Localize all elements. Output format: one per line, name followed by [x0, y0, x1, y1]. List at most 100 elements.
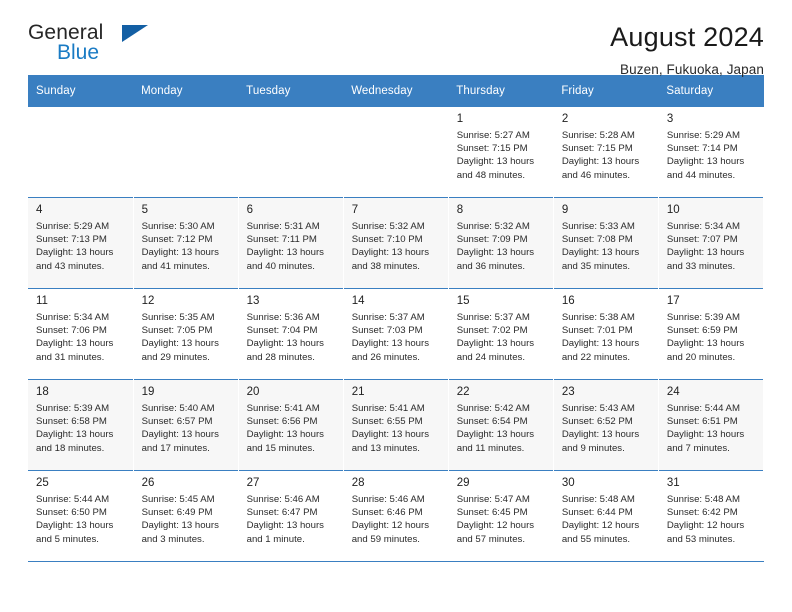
day-number: 8 — [456, 204, 464, 216]
day-sun-details: Sunrise: 5:38 AM Sunset: 7:01 PM Dayligh… — [561, 312, 640, 363]
calendar-cell-empty — [238, 107, 344, 198]
weekday-header-tuesday: Tuesday — [238, 75, 344, 107]
day-sun-details: Sunrise: 5:29 AM Sunset: 7:14 PM Dayligh… — [666, 130, 745, 181]
logo-text-blue: Blue — [57, 41, 100, 64]
calendar-day-cell[interactable]: 3 Sunrise: 5:29 AM Sunset: 7:14 PM Daylig… — [658, 107, 765, 198]
day-cell-content: 7 Sunrise: 5:32 AM Sunset: 7:10 PM Daylig… — [344, 198, 448, 288]
calendar-day-cell[interactable]: 8 Sunrise: 5:32 AM Sunset: 7:09 PM Daylig… — [448, 197, 554, 289]
day-sun-details: Sunrise: 5:29 AM Sunset: 7:13 PM Dayligh… — [36, 221, 114, 272]
calendar-day-cell[interactable]: 14 Sunrise: 5:37 AM Sunset: 7:03 PM Dayli… — [343, 288, 449, 380]
calendar-day-cell[interactable]: 24 Sunrise: 5:44 AM Sunset: 6:51 PM Dayli… — [658, 379, 765, 471]
calendar-day-cell[interactable]: 21 Sunrise: 5:41 AM Sunset: 6:55 PM Dayli… — [343, 379, 449, 471]
calendar-day-cell[interactable]: 13 Sunrise: 5:36 AM Sunset: 7:04 PM Dayli… — [238, 288, 344, 380]
calendar-day-cell[interactable]: 1 Sunrise: 5:27 AM Sunset: 7:15 PM Daylig… — [448, 107, 554, 198]
day-number: 23 — [561, 386, 575, 398]
day-number: 13 — [246, 295, 260, 307]
calendar-page: General Blue August 2024 Buzen, Fukuoka,… — [0, 0, 792, 612]
calendar-day-cell[interactable]: 4 Sunrise: 5:29 AM Sunset: 7:13 PM Daylig… — [28, 197, 134, 289]
calendar-day-cell[interactable]: 5 Sunrise: 5:30 AM Sunset: 7:12 PM Daylig… — [133, 197, 239, 289]
calendar-day-cell[interactable]: 9 Sunrise: 5:33 AM Sunset: 7:08 PM Daylig… — [553, 197, 659, 289]
calendar-day-cell[interactable]: 19 Sunrise: 5:40 AM Sunset: 6:57 PM Dayli… — [133, 379, 239, 471]
weekday-header-thursday: Thursday — [448, 75, 554, 107]
calendar-day-cell[interactable]: 22 Sunrise: 5:42 AM Sunset: 6:54 PM Dayli… — [448, 379, 554, 471]
day-sun-details: Sunrise: 5:43 AM Sunset: 6:52 PM Dayligh… — [561, 403, 640, 454]
day-cell-content: 9 Sunrise: 5:33 AM Sunset: 7:08 PM Daylig… — [554, 198, 658, 288]
calendar-day-cell[interactable]: 30 Sunrise: 5:48 AM Sunset: 6:44 PM Dayli… — [553, 470, 659, 561]
calendar-day-cell[interactable]: 26 Sunrise: 5:45 AM Sunset: 6:49 PM Dayli… — [133, 470, 239, 561]
calendar-cell-empty — [133, 107, 239, 198]
weekday-header-wednesday: Wednesday — [343, 75, 449, 107]
day-sun-details: Sunrise: 5:41 AM Sunset: 6:56 PM Dayligh… — [246, 403, 324, 454]
day-sun-details: Sunrise: 5:39 AM Sunset: 6:59 PM Dayligh… — [666, 312, 745, 363]
day-cell-content: 2 Sunrise: 5:28 AM Sunset: 7:15 PM Daylig… — [554, 107, 658, 197]
day-number: 25 — [36, 477, 49, 489]
day-number: 31 — [666, 477, 680, 489]
day-number: 4 — [36, 204, 43, 216]
calendar-day-cell[interactable]: 27 Sunrise: 5:46 AM Sunset: 6:47 PM Dayli… — [238, 470, 344, 561]
calendar-day-cell[interactable]: 20 Sunrise: 5:41 AM Sunset: 6:56 PM Dayli… — [238, 379, 344, 471]
day-number: 7 — [351, 204, 359, 216]
generalblue-logo[interactable]: General Blue — [28, 21, 148, 70]
day-sun-details: Sunrise: 5:27 AM Sunset: 7:15 PM Dayligh… — [456, 130, 535, 181]
day-sun-details: Sunrise: 5:31 AM Sunset: 7:11 PM Dayligh… — [246, 221, 324, 272]
calendar-day-cell[interactable]: 6 Sunrise: 5:31 AM Sunset: 7:11 PM Daylig… — [238, 197, 344, 289]
day-sun-details: Sunrise: 5:37 AM Sunset: 7:02 PM Dayligh… — [456, 312, 535, 363]
calendar-day-cell[interactable]: 23 Sunrise: 5:43 AM Sunset: 6:52 PM Dayli… — [553, 379, 659, 471]
day-cell-content: 11 Sunrise: 5:34 AM Sunset: 7:06 PM Dayli… — [28, 289, 133, 379]
calendar-day-cell[interactable]: 18 Sunrise: 5:39 AM Sunset: 6:58 PM Dayli… — [28, 379, 134, 471]
calendar-day-cell[interactable]: 31 Sunrise: 5:48 AM Sunset: 6:42 PM Dayli… — [658, 470, 765, 561]
calendar-day-cell[interactable]: 12 Sunrise: 5:35 AM Sunset: 7:05 PM Dayli… — [133, 288, 239, 380]
day-number: 27 — [246, 477, 260, 489]
weekday-header-row: Sunday Monday Tuesday Wednesday Thursday… — [28, 75, 764, 107]
day-sun-details: Sunrise: 5:42 AM Sunset: 6:54 PM Dayligh… — [456, 403, 535, 454]
day-number: 26 — [141, 477, 155, 489]
bottom-divider — [28, 561, 764, 562]
day-sun-details: Sunrise: 5:33 AM Sunset: 7:08 PM Dayligh… — [561, 221, 640, 272]
day-cell-content — [134, 107, 238, 197]
calendar-week-row: 18 Sunrise: 5:39 AM Sunset: 6:58 PM Dayli… — [28, 379, 765, 471]
day-sun-details: Sunrise: 5:28 AM Sunset: 7:15 PM Dayligh… — [561, 130, 640, 181]
calendar-day-cell[interactable]: 16 Sunrise: 5:38 AM Sunset: 7:01 PM Dayli… — [553, 288, 659, 380]
day-cell-content: 8 Sunrise: 5:32 AM Sunset: 7:09 PM Daylig… — [449, 198, 553, 288]
calendar-day-cell[interactable]: 29 Sunrise: 5:47 AM Sunset: 6:45 PM Dayli… — [448, 470, 554, 561]
weekday-header-saturday: Saturday — [658, 75, 764, 107]
day-cell-content: 14 Sunrise: 5:37 AM Sunset: 7:03 PM Dayli… — [344, 289, 448, 379]
day-number: 29 — [456, 477, 470, 489]
calendar-day-cell[interactable]: 7 Sunrise: 5:32 AM Sunset: 7:10 PM Daylig… — [343, 197, 449, 289]
day-cell-content: 13 Sunrise: 5:36 AM Sunset: 7:04 PM Dayli… — [239, 289, 343, 379]
page-title: August 2024 — [610, 22, 764, 52]
day-cell-content: 19 Sunrise: 5:40 AM Sunset: 6:57 PM Dayli… — [134, 380, 238, 470]
day-cell-content: 26 Sunrise: 5:45 AM Sunset: 6:49 PM Dayli… — [134, 471, 238, 561]
day-sun-details: Sunrise: 5:45 AM Sunset: 6:49 PM Dayligh… — [141, 494, 219, 545]
calendar-day-cell[interactable]: 2 Sunrise: 5:28 AM Sunset: 7:15 PM Daylig… — [553, 107, 659, 198]
day-number: 6 — [246, 204, 254, 216]
day-sun-details: Sunrise: 5:32 AM Sunset: 7:09 PM Dayligh… — [456, 221, 535, 272]
day-sun-details: Sunrise: 5:39 AM Sunset: 6:58 PM Dayligh… — [36, 403, 114, 454]
calendar-day-cell[interactable]: 15 Sunrise: 5:37 AM Sunset: 7:02 PM Dayli… — [448, 288, 554, 380]
calendar-day-cell[interactable]: 28 Sunrise: 5:46 AM Sunset: 6:46 PM Dayli… — [343, 470, 449, 561]
day-cell-content: 3 Sunrise: 5:29 AM Sunset: 7:14 PM Daylig… — [659, 107, 763, 197]
day-sun-details: Sunrise: 5:48 AM Sunset: 6:44 PM Dayligh… — [561, 494, 640, 545]
day-cell-content: 25 Sunrise: 5:44 AM Sunset: 6:50 PM Dayli… — [28, 471, 133, 561]
day-number: 3 — [666, 113, 674, 125]
day-cell-content: 6 Sunrise: 5:31 AM Sunset: 7:11 PM Daylig… — [239, 198, 343, 288]
logo-triangle-icon — [122, 25, 148, 42]
day-cell-content: 16 Sunrise: 5:38 AM Sunset: 7:01 PM Dayli… — [554, 289, 658, 379]
day-cell-content: 24 Sunrise: 5:44 AM Sunset: 6:51 PM Dayli… — [659, 380, 763, 470]
calendar-day-cell[interactable]: 25 Sunrise: 5:44 AM Sunset: 6:50 PM Dayli… — [28, 470, 134, 561]
day-number: 18 — [36, 386, 49, 398]
day-cell-content: 12 Sunrise: 5:35 AM Sunset: 7:05 PM Dayli… — [134, 289, 238, 379]
page-subtitle: Buzen, Fukuoka, Japan — [620, 62, 764, 78]
calendar-day-cell[interactable]: 11 Sunrise: 5:34 AM Sunset: 7:06 PM Dayli… — [28, 288, 134, 380]
day-number: 30 — [561, 477, 575, 489]
calendar-week-row: 1 Sunrise: 5:27 AM Sunset: 7:15 PM Daylig… — [28, 107, 765, 198]
day-number: 19 — [141, 386, 155, 398]
calendar-day-cell[interactable]: 10 Sunrise: 5:34 AM Sunset: 7:07 PM Dayli… — [658, 197, 765, 289]
calendar-day-cell[interactable]: 17 Sunrise: 5:39 AM Sunset: 6:59 PM Dayli… — [658, 288, 765, 380]
day-number: 15 — [456, 295, 470, 307]
page-header: General Blue August 2024 Buzen, Fukuoka,… — [28, 0, 764, 78]
calendar-body: 1 Sunrise: 5:27 AM Sunset: 7:15 PM Daylig… — [28, 107, 765, 561]
day-cell-content: 21 Sunrise: 5:41 AM Sunset: 6:55 PM Dayli… — [344, 380, 448, 470]
logo-text-general: General — [28, 21, 104, 44]
day-sun-details: Sunrise: 5:36 AM Sunset: 7:04 PM Dayligh… — [246, 312, 324, 363]
